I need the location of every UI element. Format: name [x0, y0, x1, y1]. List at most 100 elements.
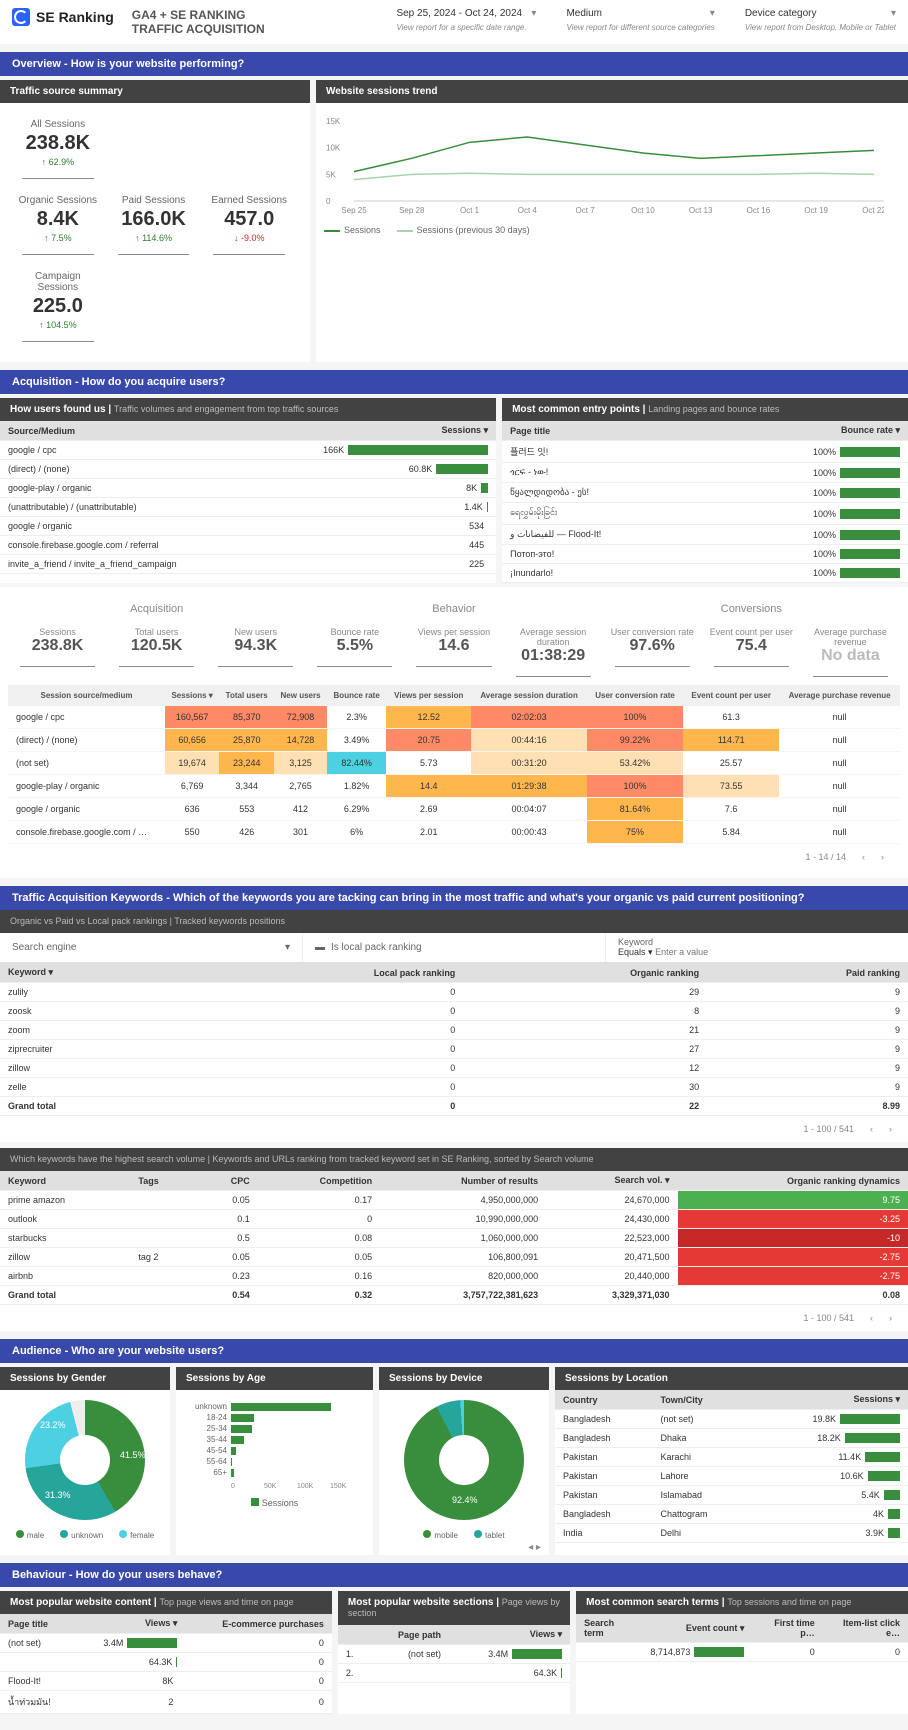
column-header[interactable]: Search vol. ▾ — [546, 1171, 677, 1191]
svg-text:Oct 22: Oct 22 — [862, 206, 884, 215]
table-row[interactable]: (unattributable) / (unattributable)1.4K — [0, 498, 496, 517]
column-header[interactable]: Session source/medium — [8, 685, 165, 706]
table-row[interactable]: (direct) / (none)60,65625,87014,7283.49%… — [8, 729, 900, 752]
column-header[interactable]: Event count ▾ — [642, 1614, 752, 1643]
table-row[interactable]: airbnb0.230.16820,000,00020,440,000-2.75 — [0, 1267, 908, 1286]
device-pager[interactable]: ◂ ▸ — [379, 1540, 549, 1555]
column-header[interactable]: Number of results — [380, 1171, 546, 1191]
keyword-input[interactable] — [655, 947, 735, 957]
table-row[interactable]: น้ำท่วมมัน!20 — [0, 1691, 332, 1714]
table-row[interactable]: 2.64.3K — [338, 1664, 570, 1683]
column-header[interactable]: CPC — [195, 1171, 258, 1191]
table-row[interactable]: 플러드 잇!100% — [502, 441, 908, 463]
table-row[interactable]: (not set)3.4M0 — [0, 1634, 332, 1653]
table-row[interactable]: ရေလွှမ်းမိုးခြင်း100% — [502, 503, 908, 525]
table-row[interactable]: ziprecruiter0279 — [0, 1040, 908, 1059]
column-header[interactable]: User conversion rate — [587, 685, 683, 706]
table-row[interactable]: IndiaDelhi3.9K — [555, 1524, 908, 1543]
table-row[interactable]: PakistanIslamabad5.4K — [555, 1486, 908, 1505]
column-header[interactable]: Country — [555, 1390, 652, 1410]
table-row[interactable]: 8,714,87300 — [576, 1643, 908, 1662]
column-header[interactable]: Keyword — [0, 1171, 130, 1191]
column-header[interactable]: Organic ranking dynamics — [678, 1171, 908, 1191]
table-row[interactable]: zillowtag 20.050.05106,800,09120,471,500… — [0, 1248, 908, 1267]
column-header[interactable]: Views per session — [386, 685, 471, 706]
column-header[interactable]: Views ▾ — [449, 1625, 570, 1645]
table-row[interactable]: ¡Inundarlo!100% — [502, 564, 908, 583]
keyword-value-filter[interactable]: Keyword Equals ▾ — [606, 933, 908, 962]
table-row[interactable]: google / cpc160,56785,37072,9082.3%12.52… — [8, 706, 900, 729]
table-row[interactable]: starbucks0.50.081,060,000,00022,523,000-… — [0, 1229, 908, 1248]
next-icon[interactable]: › — [881, 852, 884, 862]
column-header[interactable]: Sessions ▾ — [165, 685, 219, 706]
column-header[interactable]: Bounce rate — [327, 685, 387, 706]
table-row[interactable]: google-play / organic6,7693,3442,7651.82… — [8, 775, 900, 798]
table-row[interactable]: PakistanKarachi11.4K — [555, 1448, 908, 1467]
search-engine-filter[interactable]: Search engine▾ — [0, 933, 303, 962]
table-row[interactable]: google / organic534 — [0, 517, 496, 536]
svg-text:15K: 15K — [326, 117, 341, 126]
header-filter[interactable]: Sep 25, 2024 - Oct 24, 2024▾View report … — [396, 8, 536, 33]
column-header[interactable]: Average session duration — [471, 685, 587, 706]
table-row[interactable]: (direct) / (none)60.8K — [0, 460, 496, 479]
prev-icon[interactable]: ‹ — [870, 1313, 873, 1323]
table-row[interactable]: Flood-It!8K0 — [0, 1672, 332, 1691]
column-header[interactable]: Paid ranking — [707, 963, 908, 983]
column-header[interactable]: Views ▾ — [73, 1614, 185, 1634]
table-row[interactable]: BangladeshDhaka18.2K — [555, 1429, 908, 1448]
column-header[interactable]: Town/City — [652, 1390, 749, 1410]
table-row[interactable]: google / cpc166K — [0, 441, 496, 460]
table-row[interactable]: (not set)19,67423,2443,12582.44%5.7300:3… — [8, 752, 900, 775]
logo-icon — [12, 8, 30, 26]
column-header[interactable]: E-commerce purchases — [185, 1614, 332, 1634]
table-row[interactable]: zulily0299 — [0, 983, 908, 1002]
table-row[interactable]: google-play / organic8K — [0, 479, 496, 498]
table-row[interactable]: google / organic6365534126.29%2.6900:04:… — [8, 798, 900, 821]
column-header[interactable]: Organic ranking — [463, 963, 707, 983]
header-filter[interactable]: Medium▾View report for different source … — [566, 8, 714, 33]
table-row[interactable]: prime amazon0.050.174,950,000,00024,670,… — [0, 1191, 908, 1210]
table-row[interactable]: outlook0.1010,990,000,00024,430,000-3.25 — [0, 1210, 908, 1229]
next-icon[interactable]: › — [889, 1124, 892, 1134]
legend-item: female — [119, 1530, 154, 1540]
table-row[interactable]: console.firebase.google.com / referral44… — [0, 536, 496, 555]
column-header[interactable] — [338, 1625, 370, 1645]
column-header[interactable]: Page title — [0, 1614, 73, 1634]
table-row[interactable]: zillow0129 — [0, 1059, 908, 1078]
column-header[interactable]: Event count per user — [683, 685, 779, 706]
column-header[interactable]: Total users — [219, 685, 274, 706]
table-row[interactable]: Bangladesh(not set)19.8K — [555, 1410, 908, 1429]
table-row[interactable]: BangladeshChattogram4K — [555, 1505, 908, 1524]
header-filter[interactable]: Device category▾View report from Desktop… — [745, 8, 896, 33]
column-header[interactable]: Local pack ranking — [184, 963, 464, 983]
prev-icon[interactable]: ‹ — [870, 1124, 873, 1134]
column-header[interactable]: Search term — [576, 1614, 642, 1643]
column-header[interactable]: New users — [274, 685, 327, 706]
table-row[interactable]: للفيضانات و — Flood-It!100% — [502, 525, 908, 545]
table-row[interactable]: zoom0219 — [0, 1021, 908, 1040]
table-row[interactable]: წყალდიდობა - ეს!100% — [502, 483, 908, 503]
column-header[interactable]: Competition — [258, 1171, 380, 1191]
table-row[interactable]: 64.3K0 — [0, 1653, 332, 1672]
localpack-filter[interactable]: ▬Is local pack ranking — [303, 933, 606, 962]
table-row[interactable]: PakistanLahore10.6K — [555, 1467, 908, 1486]
column-header[interactable]: Tags — [130, 1171, 195, 1191]
table-row[interactable]: console.firebase.google.com / …550426301… — [8, 821, 900, 844]
age-bar-row: 25-34 — [186, 1424, 363, 1433]
column-header[interactable]: Keyword ▾ — [0, 963, 184, 983]
table-row[interactable]: zoosk089 — [0, 1002, 908, 1021]
column-header[interactable]: Page path — [370, 1625, 449, 1645]
column-header[interactable]: First time p… — [752, 1614, 822, 1643]
table-row[interactable]: ጎርፍ - ነው!100% — [502, 463, 908, 483]
table-row[interactable]: zelle0309 — [0, 1078, 908, 1097]
next-icon[interactable]: › — [889, 1313, 892, 1323]
column-header[interactable]: Sessions ▾ — [749, 1390, 908, 1410]
prev-icon[interactable]: ‹ — [862, 852, 865, 862]
metric-card: Organic Sessions8.4K↑ 7.5% — [10, 189, 106, 265]
brand-text: SE Ranking — [36, 9, 114, 25]
column-header[interactable]: Item-list click e… — [823, 1614, 908, 1643]
table-row[interactable]: Потоп-это!100% — [502, 545, 908, 564]
table-row[interactable]: invite_a_friend / invite_a_friend_campai… — [0, 555, 496, 574]
column-header[interactable]: Average purchase revenue — [779, 685, 900, 706]
table-row[interactable]: 1.(not set)3.4M — [338, 1645, 570, 1664]
